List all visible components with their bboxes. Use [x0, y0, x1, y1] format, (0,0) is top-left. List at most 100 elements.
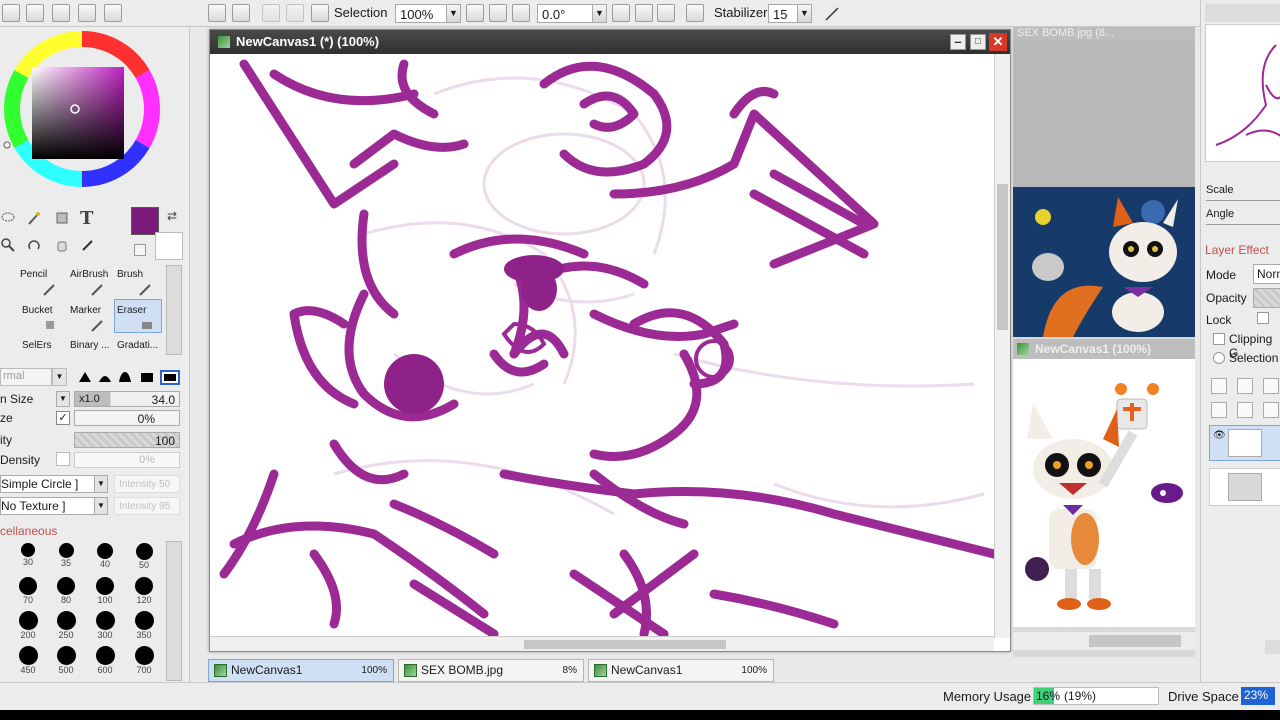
transparent-color-icon[interactable]	[134, 244, 146, 256]
rotate-tool-icon[interactable]	[26, 237, 42, 253]
hand-tool-icon[interactable]	[54, 237, 70, 253]
zoom-reset-icon[interactable]	[512, 4, 530, 22]
invert-selection-icon[interactable]	[286, 4, 304, 22]
navigator-scrollbar[interactable]	[1013, 632, 1195, 650]
menu-icon-2[interactable]	[26, 4, 44, 22]
navigator-preview[interactable]	[1013, 359, 1195, 627]
brush-shape-arrow[interactable]: ▼	[94, 475, 108, 493]
lasso-icon[interactable]	[0, 210, 16, 226]
layer-opacity-slider[interactable]	[1253, 288, 1280, 308]
size-preset[interactable]: 80	[47, 577, 85, 605]
navigator-title-bar[interactable]: NewCanvas1 (100%)	[1013, 339, 1195, 359]
rotation-field[interactable]: 0.0°	[537, 4, 593, 23]
size-presets-scrollbar[interactable]	[166, 541, 182, 681]
brush-tip-shapes[interactable]	[75, 368, 181, 386]
canvas-vertical-scrollbar[interactable]	[994, 54, 1010, 638]
rotate-right-icon[interactable]	[635, 4, 653, 22]
size-preset[interactable]: 500	[47, 646, 85, 675]
primary-color-swatch[interactable]	[131, 207, 159, 235]
line-tool-icon[interactable]	[823, 5, 841, 23]
stabilizer-field[interactable]: 15	[768, 4, 798, 23]
size-multiplier-arrow[interactable]: ▼	[56, 391, 70, 407]
visibility-eye-icon[interactable]: 👁	[1213, 430, 1226, 441]
clipping-checkbox[interactable]	[1213, 333, 1225, 345]
zoom-in-icon[interactable]	[489, 4, 507, 22]
layer-thumbnail-preview[interactable]	[1205, 24, 1280, 162]
eyedropper-icon[interactable]	[80, 237, 96, 253]
brush-texture-arrow[interactable]: ▼	[94, 497, 108, 515]
new-folder-icon[interactable]	[1263, 378, 1279, 394]
drawing-canvas[interactable]	[214, 54, 994, 638]
size-preset[interactable]: 40	[86, 543, 124, 569]
canvas-horizontal-scrollbar[interactable]	[210, 636, 994, 651]
min-size-checkbox[interactable]: ✓	[56, 411, 70, 425]
new-vector-layer-icon[interactable]	[1237, 378, 1253, 394]
zoom-tool-icon[interactable]	[0, 237, 16, 253]
rotate-reset-icon[interactable]	[657, 4, 675, 22]
menu-icon-4[interactable]	[78, 4, 96, 22]
size-preset[interactable]: 50	[125, 543, 163, 570]
menu-icon-3[interactable]	[52, 4, 70, 22]
rotate-left-icon[interactable]	[612, 4, 630, 22]
maximize-button[interactable]: □	[970, 34, 986, 50]
size-preset[interactable]: 300	[86, 611, 124, 640]
horizontal-scroll-thumb[interactable]	[524, 640, 726, 649]
shape-intensity-slider[interactable]: Intensity 50	[114, 475, 180, 493]
stabilizer-dropdown-arrow[interactable]: ▼	[797, 4, 812, 23]
size-preset[interactable]: 250	[47, 611, 85, 640]
size-preset[interactable]: 200	[9, 611, 47, 640]
layer-effect-label[interactable]: Layer Effect	[1205, 243, 1269, 257]
zoom-dropdown-arrow[interactable]: ▼	[446, 4, 461, 23]
texture-intensity-slider[interactable]: Intensity 95	[114, 497, 180, 515]
density-slider[interactable]: 100	[74, 432, 180, 448]
move-icon[interactable]	[54, 210, 70, 226]
canvas-titlebar[interactable]: NewCanvas1 (*) (100%) – □ ✕	[210, 30, 1010, 54]
tool-grid-scrollbar[interactable]	[166, 265, 182, 355]
vertical-scroll-thumb[interactable]	[997, 184, 1008, 330]
flip-horizontal-icon[interactable]	[686, 4, 704, 22]
close-button[interactable]: ✕	[989, 33, 1007, 51]
min-density-slider[interactable]: 0%	[74, 452, 180, 468]
selection-eye-icon[interactable]	[311, 4, 329, 22]
transfer-down-icon[interactable]	[1211, 402, 1227, 418]
blend-mode-select[interactable]: rmal	[0, 368, 52, 386]
min-size-slider[interactable]: 0%	[74, 410, 180, 426]
minimize-button[interactable]: –	[950, 34, 966, 50]
size-preset[interactable]: 35	[47, 543, 85, 568]
navigator-scroll-thumb[interactable]	[1089, 635, 1181, 647]
lock-checkbox[interactable]	[1257, 312, 1269, 324]
clear-layer-icon[interactable]	[1263, 402, 1279, 418]
min-density-checkbox[interactable]	[56, 452, 70, 466]
miscellaneous-label[interactable]: cellaneous	[0, 524, 57, 538]
deselect-icon[interactable]	[262, 4, 280, 22]
redo-icon[interactable]	[232, 4, 250, 22]
size-preset[interactable]: 70	[9, 577, 47, 605]
size-preset[interactable]: 700	[125, 646, 163, 675]
size-preset[interactable]: 100	[86, 577, 124, 605]
new-layer-icon[interactable]	[1211, 378, 1227, 394]
size-preset[interactable]: 30	[9, 543, 47, 567]
swap-colors-icon[interactable]: ⇄	[167, 209, 181, 223]
size-preset[interactable]: 120	[125, 577, 163, 605]
document-tab-3[interactable]: NewCanvas1 100%	[588, 659, 774, 682]
document-tab-1[interactable]: NewCanvas1 100%	[208, 659, 394, 682]
brush-size-slider[interactable]: x1.0 34.0	[74, 391, 180, 407]
document-tab-2[interactable]: SEX BOMB.jpg 8%	[398, 659, 584, 682]
scale-slider[interactable]	[1206, 200, 1280, 206]
camera-icon[interactable]	[104, 4, 122, 22]
angle-slider[interactable]	[1206, 224, 1280, 230]
selection-source-radio[interactable]	[1213, 352, 1225, 364]
merge-down-icon[interactable]	[1237, 402, 1253, 418]
layer-row[interactable]	[1209, 468, 1280, 506]
rotation-dropdown-arrow[interactable]: ▼	[592, 4, 607, 23]
undo-icon[interactable]	[208, 4, 226, 22]
zoom-field[interactable]: 100%	[395, 4, 447, 23]
size-preset[interactable]: 600	[86, 646, 124, 675]
color-wheel[interactable]	[2, 29, 162, 189]
brush-shape-select[interactable]: Simple Circle ]	[0, 475, 96, 493]
layer-mode-select[interactable]: Norm	[1253, 264, 1280, 284]
brush-texture-select[interactable]: No Texture ]	[0, 497, 96, 515]
layer-row-active[interactable]: 👁	[1209, 425, 1280, 461]
magic-wand-icon[interactable]	[26, 210, 42, 226]
zoom-out-icon[interactable]	[466, 4, 484, 22]
